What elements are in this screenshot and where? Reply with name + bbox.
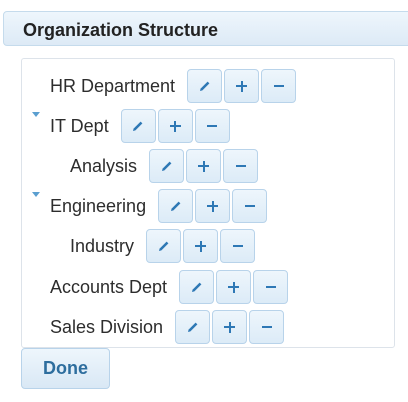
pencil-icon — [161, 161, 171, 171]
page-title: Organization Structure — [23, 20, 219, 40]
tree-item-label: Sales Division — [50, 316, 164, 337]
add-button[interactable] — [195, 189, 231, 223]
edit-button[interactable] — [158, 189, 194, 223]
edit-button[interactable] — [187, 69, 223, 103]
minus-icon — [207, 125, 218, 127]
tree-item-label: Accounts Dept — [50, 276, 168, 297]
done-button[interactable]: Done — [21, 348, 110, 389]
plus-icon — [195, 240, 207, 252]
remove-button[interactable] — [232, 189, 268, 223]
edit-button[interactable] — [175, 310, 211, 344]
tree-item-label: HR Department — [50, 75, 176, 96]
remove-button[interactable] — [249, 310, 285, 344]
plus-icon — [169, 120, 181, 132]
pencil-icon — [158, 241, 168, 251]
edit-button[interactable] — [179, 270, 215, 304]
tree-item-label: Analysis — [70, 155, 138, 176]
add-button[interactable] — [224, 69, 260, 103]
add-button[interactable] — [157, 109, 193, 143]
tree-item-label: Engineering — [50, 195, 147, 216]
edit-button[interactable] — [149, 149, 185, 183]
pencil-icon — [170, 201, 180, 211]
tree-item-label: Industry — [70, 235, 135, 256]
minus-icon — [265, 286, 276, 288]
tree-item-label: IT Dept — [50, 115, 109, 136]
remove-button[interactable] — [253, 270, 289, 304]
minus-icon — [235, 165, 246, 167]
plus-icon — [224, 321, 236, 333]
remove-button[interactable] — [261, 69, 297, 103]
plus-icon — [236, 80, 248, 92]
plus-icon — [207, 200, 219, 212]
tree-row-it-dept: IT Dept — [50, 108, 230, 144]
tree-row-sales-division: Sales Division — [50, 309, 285, 345]
caret-down-icon[interactable] — [32, 192, 40, 197]
plus-icon — [228, 281, 240, 293]
edit-button[interactable] — [120, 109, 156, 143]
add-button[interactable] — [186, 149, 222, 183]
pencil-icon — [187, 322, 197, 332]
edit-button[interactable] — [146, 229, 182, 263]
pencil-icon — [191, 282, 201, 292]
minus-icon — [273, 85, 284, 87]
tree-row-engineering: Engineering — [50, 188, 268, 224]
caret-down-icon[interactable] — [32, 112, 40, 117]
add-button[interactable] — [183, 229, 219, 263]
add-button[interactable] — [212, 310, 248, 344]
panel-header: Organization Structure — [3, 11, 408, 46]
pencil-icon — [133, 121, 143, 131]
minus-icon — [232, 245, 243, 247]
plus-icon — [198, 160, 210, 172]
remove-button[interactable] — [220, 229, 256, 263]
tree-row-accounts-dept: Accounts Dept — [50, 269, 289, 305]
add-button[interactable] — [216, 270, 252, 304]
remove-button[interactable] — [223, 149, 259, 183]
tree-row-industry: Industry — [70, 228, 256, 264]
tree-row-analysis: Analysis — [70, 148, 259, 184]
remove-button[interactable] — [194, 109, 230, 143]
minus-icon — [261, 326, 272, 328]
tree-row-hr-department: HR Department — [50, 68, 297, 104]
pencil-icon — [199, 81, 209, 91]
minus-icon — [244, 205, 255, 207]
